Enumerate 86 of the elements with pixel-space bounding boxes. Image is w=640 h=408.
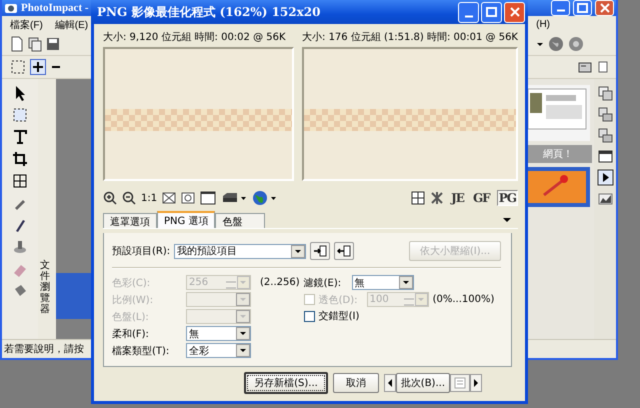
format-button[interactable]: GF [470, 190, 492, 206]
close-button[interactable] [595, 0, 614, 16]
window-icon[interactable] [200, 191, 216, 205]
copy-icon[interactable] [596, 106, 614, 123]
right-arrow-icon [473, 379, 479, 387]
status-text: 若需要說明，請按 [4, 342, 84, 356]
dropdown[interactable]: 無 [186, 326, 251, 341]
split-view-icon[interactable] [411, 191, 426, 205]
layers-icon[interactable] [596, 85, 614, 102]
window-icon[interactable] [596, 148, 614, 165]
target-icon[interactable] [181, 191, 196, 205]
text-icon[interactable] [12, 129, 28, 145]
format-button[interactable]: PG [496, 190, 518, 206]
left-arrow-icon [386, 379, 393, 387]
tab[interactable]: PNG 選項 [157, 211, 216, 228]
menu-item[interactable]: 編輯(E) [52, 18, 90, 32]
tab[interactable]: 色盤 [215, 213, 266, 228]
selection-icon[interactable] [10, 59, 26, 75]
cancel-button[interactable]: 取消 [332, 373, 379, 393]
range-hint: (0%...100%) [432, 294, 494, 305]
copy-icon[interactable] [596, 127, 614, 144]
grid-icon[interactable] [12, 173, 28, 189]
field-label: 交錯型(I) [318, 310, 360, 323]
window-title: PNG 影像最佳化程式 (162%) 152x20 [97, 4, 320, 20]
maximize-button[interactable] [573, 0, 592, 16]
close-icon [600, 3, 610, 13]
new-file-icon[interactable] [10, 36, 24, 52]
field-label: 濾鏡(E): [304, 276, 342, 290]
previous-button[interactable] [384, 374, 396, 392]
window-title: PhotoImpact - [21, 2, 89, 14]
maximize-icon [486, 7, 497, 17]
preview-info: 大小: 176 位元組 (1:51.8) 時間: 00:01 @ 56K [302, 30, 518, 44]
preset-dropdown[interactable]: 我的預設項目 [174, 244, 306, 258]
tab[interactable]: 遮罩選項 [103, 213, 157, 228]
minimize-button[interactable] [551, 0, 570, 16]
spin-arrows-icon [224, 276, 250, 289]
copy-icon[interactable] [28, 36, 42, 52]
menu-item[interactable]: 檔案(F) [8, 18, 45, 32]
minimize-button[interactable] [458, 2, 479, 22]
save-icon[interactable] [46, 36, 60, 52]
add-icon[interactable] [30, 59, 46, 75]
field-label: 柔和(F): [112, 328, 150, 340]
dropdown-arrow-icon[interactable] [502, 215, 512, 225]
globe-icon[interactable] [252, 190, 278, 206]
maximize-button[interactable] [481, 2, 502, 22]
crop-icon[interactable] [12, 151, 28, 167]
zoom-in-icon[interactable] [103, 191, 117, 205]
pattern-icon[interactable] [430, 191, 444, 205]
import-icon [313, 245, 328, 257]
field-label: 比例(W): [112, 294, 154, 306]
maximize-icon [577, 3, 588, 13]
minimize-icon [464, 14, 472, 18]
globe-icon[interactable] [548, 36, 564, 52]
save-preset-button[interactable] [310, 242, 330, 260]
delete-preset-button[interactable] [334, 242, 354, 260]
field-label: 預設項目(R): [112, 244, 170, 258]
export-icon [337, 245, 352, 257]
field-label: 色盤(L): [112, 310, 150, 324]
document-icon [454, 377, 466, 389]
batch-button[interactable]: 批次(B)... [396, 373, 450, 393]
next-button[interactable] [470, 374, 482, 392]
play-icon[interactable] [596, 169, 614, 186]
close-icon [510, 7, 520, 17]
range-hint: (2..256) [260, 277, 300, 288]
spin-arrows-icon [402, 293, 428, 306]
dropdown[interactable]: 無 [352, 275, 414, 290]
field-label: 色彩(C): [112, 276, 152, 290]
zoom-out-icon[interactable] [122, 191, 136, 205]
close-button[interactable] [504, 2, 525, 22]
help-icon[interactable] [568, 36, 584, 52]
field-label: 檔案類型(T): [112, 344, 170, 358]
drive-icon[interactable] [221, 191, 248, 205]
fit-icon[interactable] [162, 191, 176, 205]
save-as-button[interactable]: 另存新檔(S)... [244, 372, 328, 394]
checkbox[interactable] [304, 310, 315, 322]
dropdown[interactable]: 全彩 [186, 343, 251, 358]
selection-icon[interactable] [12, 107, 28, 123]
actual-size-button[interactable]: 1:1 [141, 192, 158, 204]
stamp-icon[interactable] [12, 239, 28, 255]
checkbox-icon[interactable] [598, 59, 608, 75]
field-label: 透色(D): [318, 294, 358, 306]
app-icon [4, 2, 18, 14]
format-button[interactable]: JE [449, 190, 466, 206]
minimize-icon [556, 9, 564, 12]
menu-item[interactable]: (H) [534, 19, 552, 30]
preview-info: 大小: 9,120 位元組 時間: 00:02 @ 56K [103, 30, 287, 44]
